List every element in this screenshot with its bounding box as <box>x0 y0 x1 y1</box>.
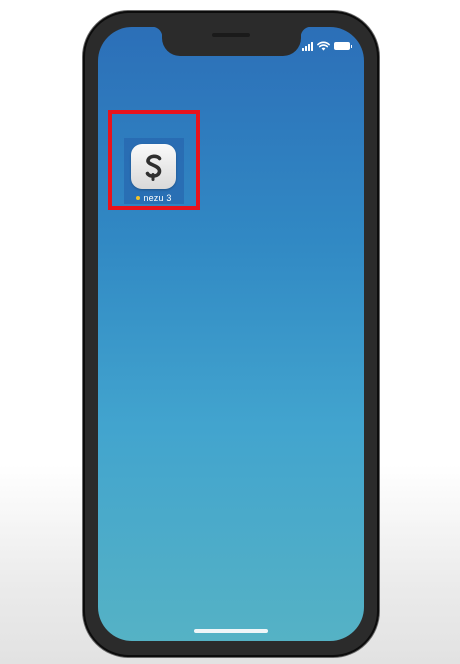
status-bar <box>302 39 352 51</box>
highlight-box <box>108 110 200 210</box>
phone-frame: nezu 3 <box>83 11 379 657</box>
home-indicator[interactable] <box>194 629 268 633</box>
speaker-grille <box>212 33 250 37</box>
cellular-signal-icon <box>302 42 313 51</box>
battery-icon <box>334 42 352 50</box>
notch <box>152 27 311 56</box>
wifi-icon <box>317 41 330 51</box>
